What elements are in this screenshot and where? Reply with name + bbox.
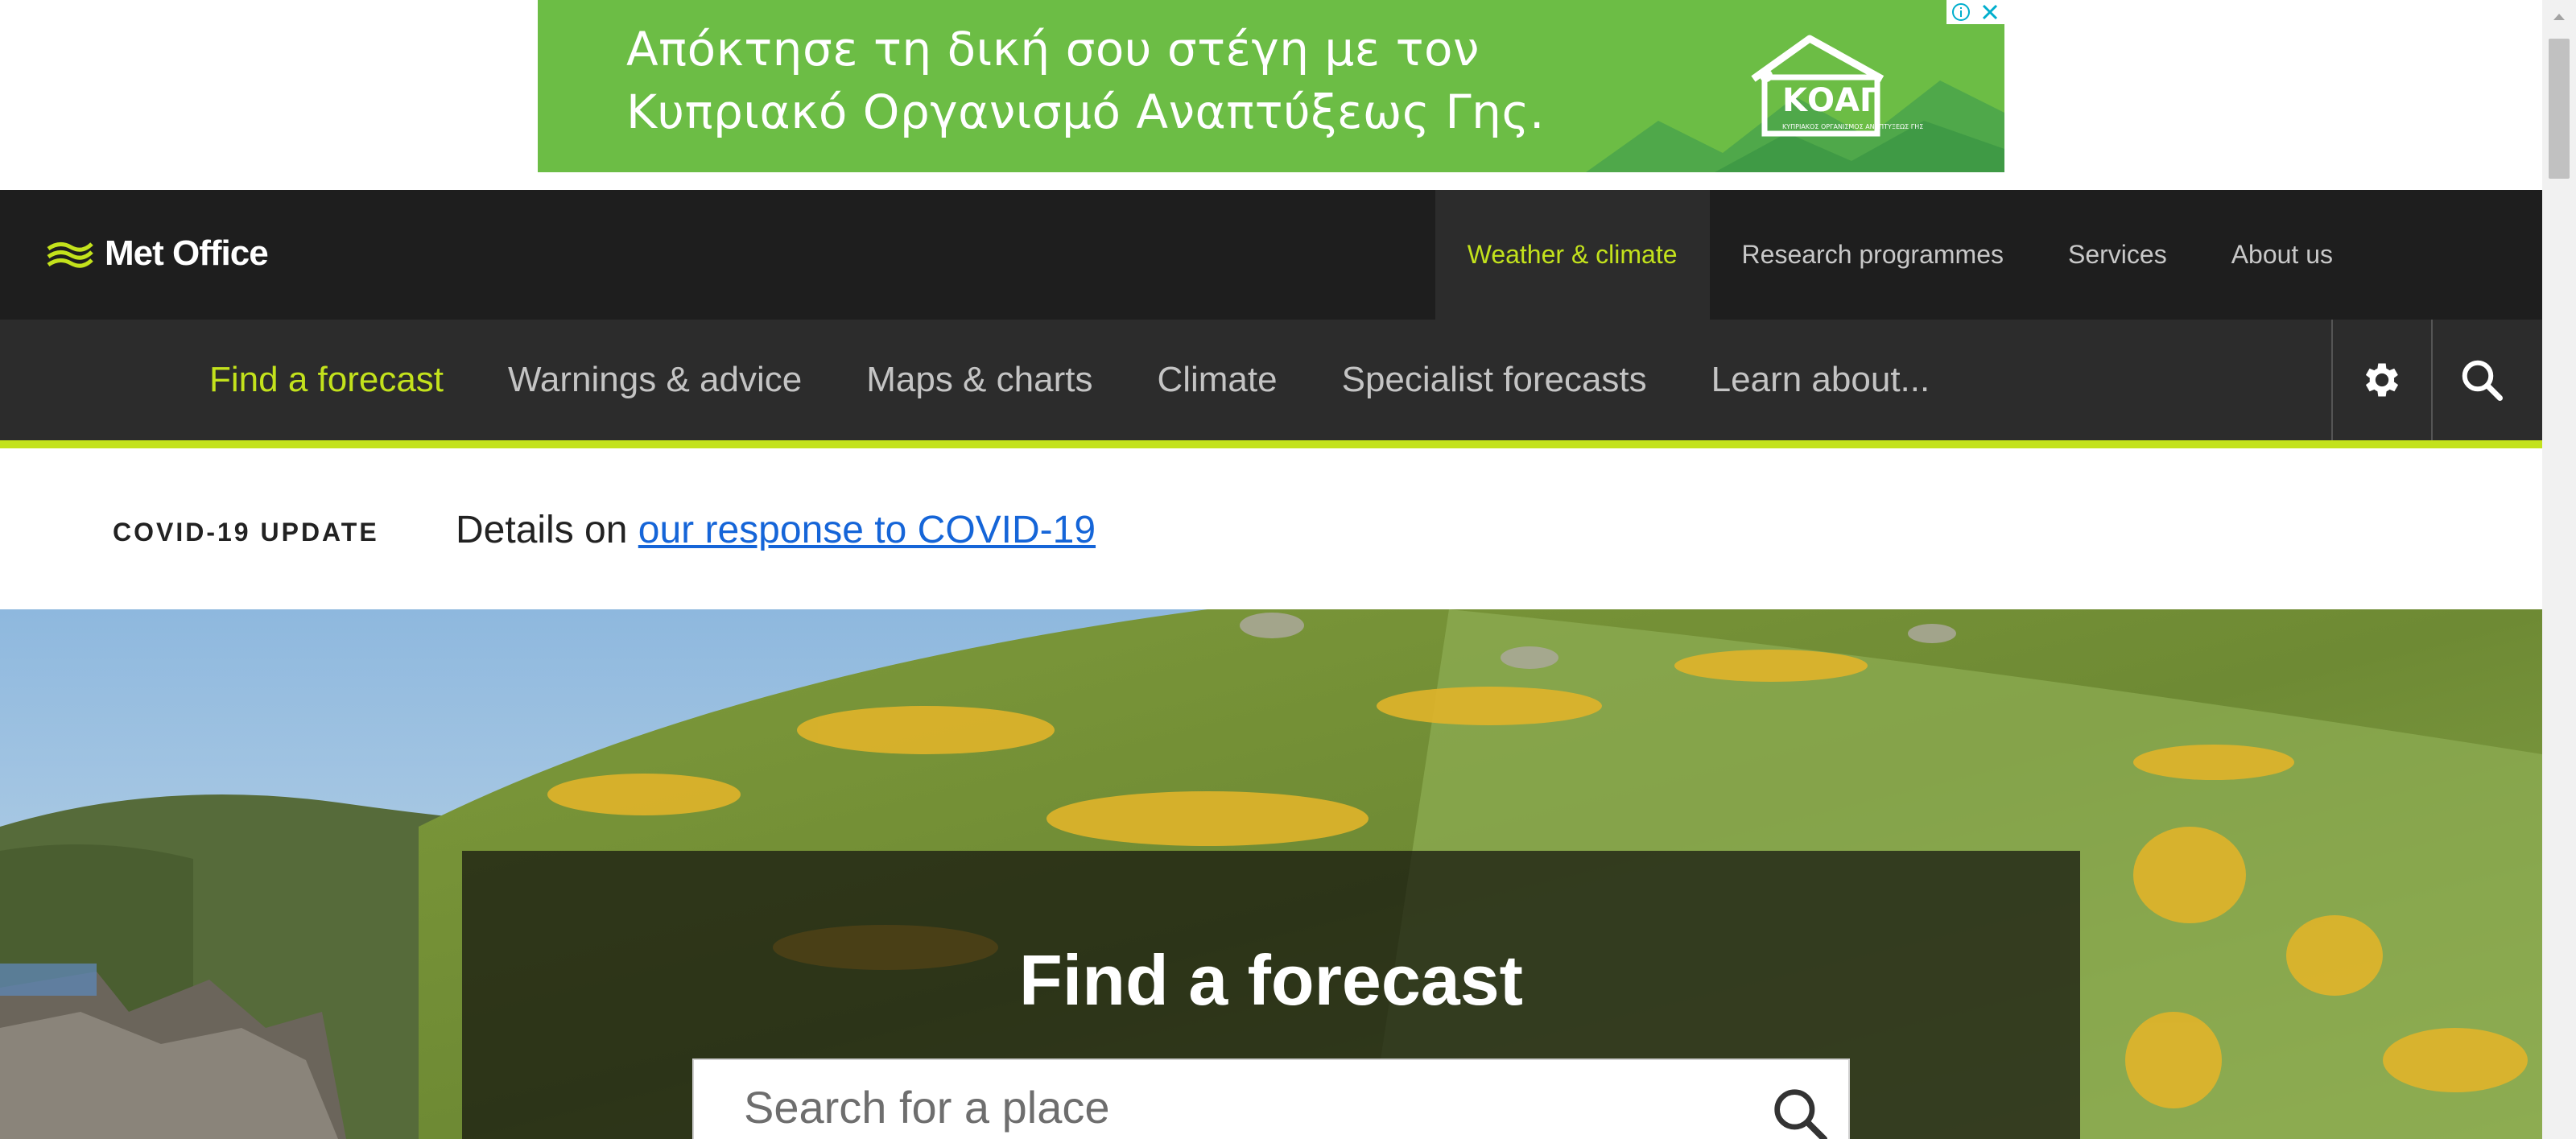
page-scrollbar[interactable] [2542,0,2576,1139]
site-header: Met Office Weather & climate Research pr… [0,190,2542,320]
sub-nav-find-a-forecast[interactable]: Find a forecast [177,320,476,440]
sub-nav-learn-about[interactable]: Learn about... [1679,320,1963,440]
close-icon [1982,4,1998,20]
scroll-up-button[interactable] [2542,0,2576,34]
place-search-box [692,1059,1850,1139]
gear-icon [2365,363,2399,397]
top-nav-about-us[interactable]: About us [2199,190,2365,320]
sub-nav-maps-charts[interactable]: Maps & charts [834,320,1125,440]
ad-logo-text: ΚΟΑΓ [1782,82,1880,119]
settings-button[interactable] [2331,320,2431,440]
ad-close-button[interactable] [1975,0,2004,24]
ad-logo-subtext: ΚΥΠΡΙΑΚΟΣ ΟΡΓΑΝΙΣΜΟΣ ΑΝΑΠΤΥΞΕΩΣ ΓΗΣ [1782,123,1923,130]
sub-nav-climate[interactable]: Climate [1125,320,1309,440]
find-forecast-heading: Find a forecast [1019,940,1523,1020]
sub-nav-warnings-advice[interactable]: Warnings & advice [476,320,834,440]
covid-label: COVID-19 UPDATE [113,518,379,547]
logo-text: Met Office [105,233,269,273]
met-office-logo-icon [47,242,93,268]
scrollbar-thumb[interactable] [2549,39,2570,179]
info-icon [1952,3,1970,21]
koag-logo: ΚΟΑΓ ΚΥΠΡΙΑΚΟΣ ΟΡΓΑΝΙΣΜΟΣ ΑΝΑΠΤΥΞΕΩΣ ΓΗΣ [1751,35,1923,137]
search-icon [1774,1089,1827,1139]
top-nav-weather-climate[interactable]: Weather & climate [1435,190,1710,320]
covid-text: Details on our response to COVID-19 [456,508,1096,552]
ad-info-button[interactable] [1946,0,1975,24]
header-search-button[interactable] [2431,320,2531,440]
covid-text-prefix: Details on [456,509,638,551]
search-icon [2462,360,2503,401]
ad-strip: Απόκτησε τη δική σου στέγη με τον Κυπρια… [0,0,2542,190]
place-search-input[interactable] [694,1060,1740,1139]
ad-line-2: Κυπριακό Οργανισμό Αναπτύξεως Γης. [626,85,1545,139]
find-forecast-panel: Find a forecast [462,851,2080,1139]
sub-nav: Find a forecast Warnings & advice Maps &… [177,320,1962,440]
top-nav: Weather & climate Research programmes Se… [1435,190,2365,320]
ad-text: Απόκτησε τη δική σου στέγη με τον Κυπρια… [626,18,1545,143]
sub-nav-specialist-forecasts[interactable]: Specialist forecasts [1310,320,1679,440]
chevron-up-icon [2553,14,2565,20]
advertisement-banner[interactable]: Απόκτησε τη δική σου στέγη με τον Κυπρια… [538,0,2004,172]
top-nav-services[interactable]: Services [2036,190,2199,320]
ad-line-1: Απόκτησε τη δική σου στέγη με τον [626,22,1480,76]
place-search-button[interactable] [1768,1083,1832,1139]
top-nav-research-programmes[interactable]: Research programmes [1710,190,2036,320]
ad-controls [1946,0,2004,24]
sub-header: Find a forecast Warnings & advice Maps &… [0,320,2542,448]
covid-response-link[interactable]: our response to COVID-19 [638,509,1096,551]
covid-banner: COVID-19 UPDATE Details on our response … [0,456,2542,609]
met-office-logo[interactable]: Met Office [47,233,269,274]
hero-section: Find a forecast [0,609,2542,1139]
